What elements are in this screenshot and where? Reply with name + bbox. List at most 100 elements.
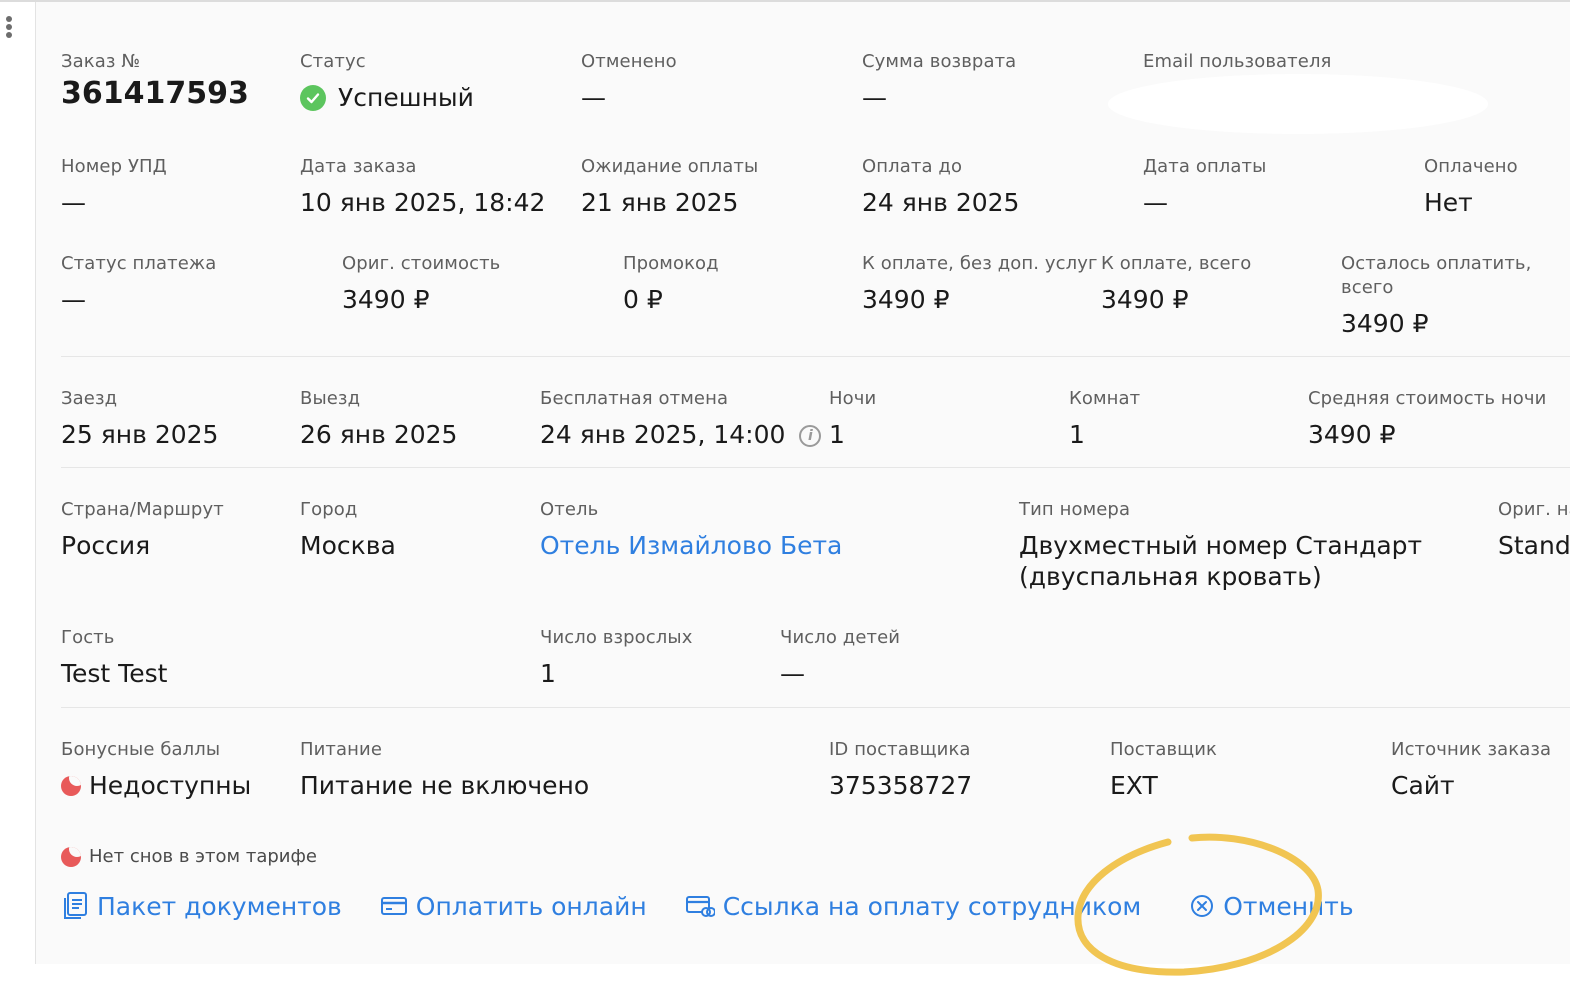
moon-icon (61, 776, 81, 796)
upd-label: Номер УПД (61, 156, 167, 177)
order-status-label: Статус (300, 51, 366, 72)
redacted-email (1108, 74, 1488, 134)
nights-field: Ночи 1 (829, 387, 876, 451)
left-to-pay-label-2: всего (1341, 277, 1394, 298)
hotel-link[interactable]: Отель Измайлово Бета (540, 530, 842, 562)
nights-label: Ночи (829, 388, 877, 409)
cancelled-label: Отменено (581, 51, 677, 72)
highlight-ellipse (1074, 833, 1322, 976)
country-field: Страна/Маршрут Россия (61, 498, 224, 562)
checkin: 25 янв 2025 (61, 420, 219, 449)
free-cancel-field: Бесплатная отмена 24 янв 2025, 14:00 i (540, 387, 822, 451)
meal-value: Питание не включено (300, 771, 590, 800)
paid-date-field: Дата оплаты — (1143, 155, 1266, 219)
upd-value: — (61, 188, 86, 217)
pay-due-label: Оплата до (862, 156, 963, 177)
bonus-field: Бонусные баллы Недоступны (61, 738, 251, 802)
pay-total-label: К оплате, всего (1101, 253, 1252, 274)
checkout-field: Выезд 26 янв 2025 (300, 387, 457, 451)
section-divider (61, 707, 1570, 708)
adults: 1 (540, 659, 556, 688)
pay-due-field: Оплата до 24 янв 2025 (862, 155, 1019, 219)
pay-total-field: К оплате, всего 3490 ₽ (1101, 252, 1251, 316)
order-number: 361417593 (61, 76, 249, 111)
cancelled-field: Отменено — (581, 50, 677, 114)
guest-label: Гость (61, 627, 115, 648)
city-label: Город (300, 499, 358, 520)
pay-no-extra: 3490 ₽ (862, 285, 950, 314)
free-cancel: 24 янв 2025, 14:00 (540, 420, 786, 449)
hotel-label: Отель (540, 499, 599, 520)
upd-field: Номер УПД — (61, 155, 167, 219)
avg-night-cost-field: Средняя стоимость ночи 3490 ₽ (1308, 387, 1546, 451)
promo-label: Промокод (623, 253, 719, 274)
children-label: Число детей (780, 627, 901, 648)
checkout: 26 янв 2025 (300, 420, 458, 449)
check-circle-icon (300, 85, 326, 111)
paid-field: Оплачено Нет (1424, 155, 1518, 219)
payment-status-field: Статус платежа — (61, 252, 216, 316)
payment-status: — (61, 285, 86, 314)
info-icon[interactable]: i (799, 425, 822, 447)
order-status: Успешный (338, 83, 474, 112)
meal-field: Питание Питание не включено (300, 738, 589, 802)
city: Москва (300, 531, 396, 560)
pay-total: 3490 ₽ (1101, 285, 1189, 314)
order-status-field: Статус Успешный (300, 50, 474, 114)
section-divider (61, 356, 1570, 357)
more-menu-icon[interactable] (6, 16, 14, 40)
promo-field: Промокод 0 ₽ (623, 252, 719, 316)
credit-card-icon (380, 897, 407, 915)
awaiting-payment-label: Ожидание оплаты (581, 156, 759, 177)
hotel-field: Отель Отель Измайлово Бета (540, 498, 842, 562)
promo-value: 0 ₽ (623, 285, 663, 314)
bonus-label: Бонусные баллы (61, 739, 221, 760)
no-sleep-note: Нет снов в этом тарифе (61, 846, 317, 867)
user-email-label: Email пользователя (1143, 51, 1332, 72)
children: — (780, 659, 805, 688)
awaiting-payment-field: Ожидание оплаты 21 янв 2025 (581, 155, 758, 219)
documents-package-label: Пакет документов (97, 891, 342, 921)
no-sleep-note-text: Нет снов в этом тарифе (89, 846, 317, 867)
paid-value: Нет (1424, 188, 1473, 217)
moon-icon (61, 846, 81, 867)
refund-value: — (862, 83, 887, 112)
country-label: Страна/Маршрут (61, 499, 224, 520)
orig-cost: 3490 ₽ (342, 285, 430, 314)
section-divider (61, 467, 1570, 468)
orig-cost-label: Ориг. стоимость (342, 253, 501, 274)
orig-cost-field: Ориг. стоимость 3490 ₽ (342, 252, 500, 316)
refund-field: Сумма возврата — (862, 50, 1016, 114)
pay-no-extra-field: К оплате, без доп. услуг 3490 ₽ (862, 252, 1098, 316)
pay-online-label: Оплатить онлайн (415, 891, 647, 921)
documents-package-button[interactable]: Пакет документов (61, 891, 342, 921)
pay-online-button[interactable]: Оплатить онлайн (380, 892, 647, 921)
paid-date-label: Дата оплаты (1143, 156, 1267, 177)
rooms-label: Комнат (1069, 388, 1141, 409)
guest-field: Гость Test Test (61, 626, 167, 690)
checkout-label: Выезд (300, 388, 361, 409)
orig-name: Stand (1498, 531, 1570, 560)
supplier-id-field: ID поставщика 375358727 (829, 738, 972, 802)
supplier: EXT (1110, 771, 1158, 800)
cancelled-value: — (581, 83, 606, 112)
city-field: Город Москва (300, 498, 396, 562)
order-date: 10 янв 2025, 18:42 (300, 188, 546, 217)
document-icon (64, 892, 87, 919)
awaiting-payment: 21 янв 2025 (581, 188, 739, 217)
order-details-panel: Заказ № 361417593 Статус Успешный Отмене… (36, 2, 1570, 964)
left-to-pay: 3490 ₽ (1341, 309, 1429, 338)
order-source-label: Источник заказа (1391, 739, 1552, 760)
user-email-field: Email пользователя (1143, 50, 1331, 74)
supplier-label: Поставщик (1110, 739, 1217, 760)
order-number-field: Заказ № 361417593 (61, 50, 249, 110)
avg-night-cost: 3490 ₽ (1308, 420, 1396, 449)
adults-field: Число взрослых 1 (540, 626, 692, 690)
adults-label: Число взрослых (540, 627, 693, 648)
checkin-label: Заезд (61, 388, 118, 409)
payment-status-label: Статус платежа (61, 253, 217, 274)
order-number-label: Заказ № (61, 51, 141, 72)
supplier-id-label: ID поставщика (829, 739, 971, 760)
rooms: 1 (1069, 420, 1085, 449)
left-to-pay-label-1: Осталось оплатить, (1341, 253, 1532, 274)
